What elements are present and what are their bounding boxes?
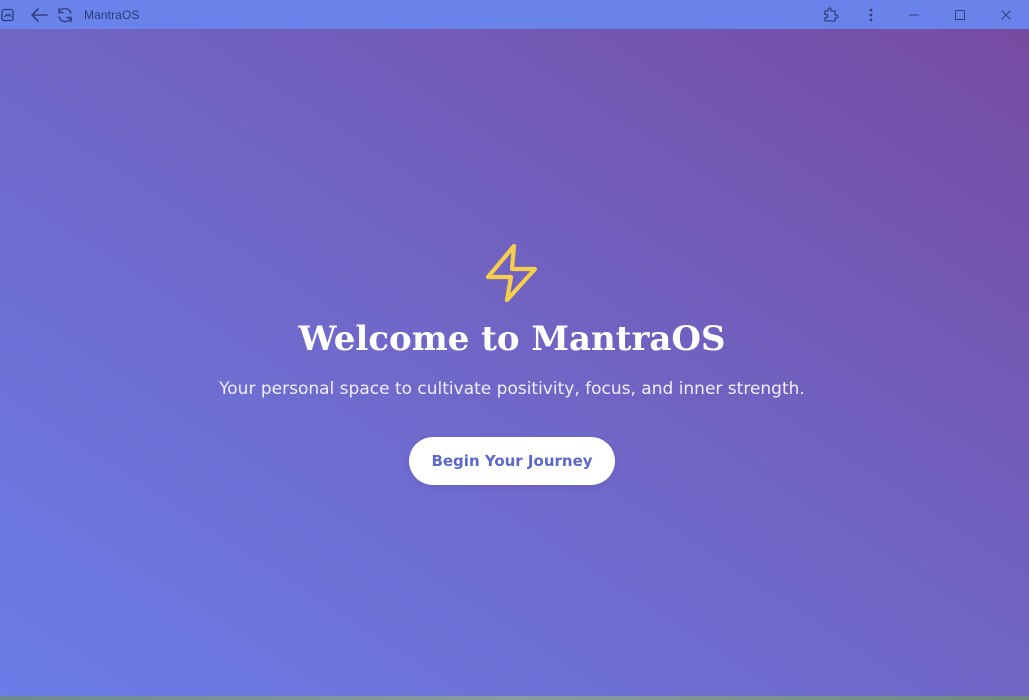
taskbar-edge	[0, 696, 1029, 700]
lightning-bolt-icon	[484, 243, 540, 303]
welcome-heading: Welcome to MantraOS	[298, 319, 726, 359]
window-title: MantraOS	[84, 7, 140, 22]
reload-icon[interactable]	[54, 0, 76, 29]
minimize-icon[interactable]	[891, 0, 937, 29]
back-arrow-icon[interactable]	[28, 0, 50, 29]
main-content: Welcome to MantraOS Your personal space …	[0, 29, 1029, 696]
welcome-subtitle: Your personal space to cultivate positiv…	[219, 379, 805, 399]
maximize-icon[interactable]	[937, 0, 983, 29]
begin-journey-button[interactable]: Begin Your Journey	[409, 437, 615, 485]
more-options-icon[interactable]	[851, 0, 891, 29]
extensions-icon[interactable]	[811, 0, 851, 29]
title-bar: MantraOS	[0, 0, 1029, 29]
app-icon	[0, 0, 16, 29]
close-icon[interactable]	[983, 0, 1029, 29]
